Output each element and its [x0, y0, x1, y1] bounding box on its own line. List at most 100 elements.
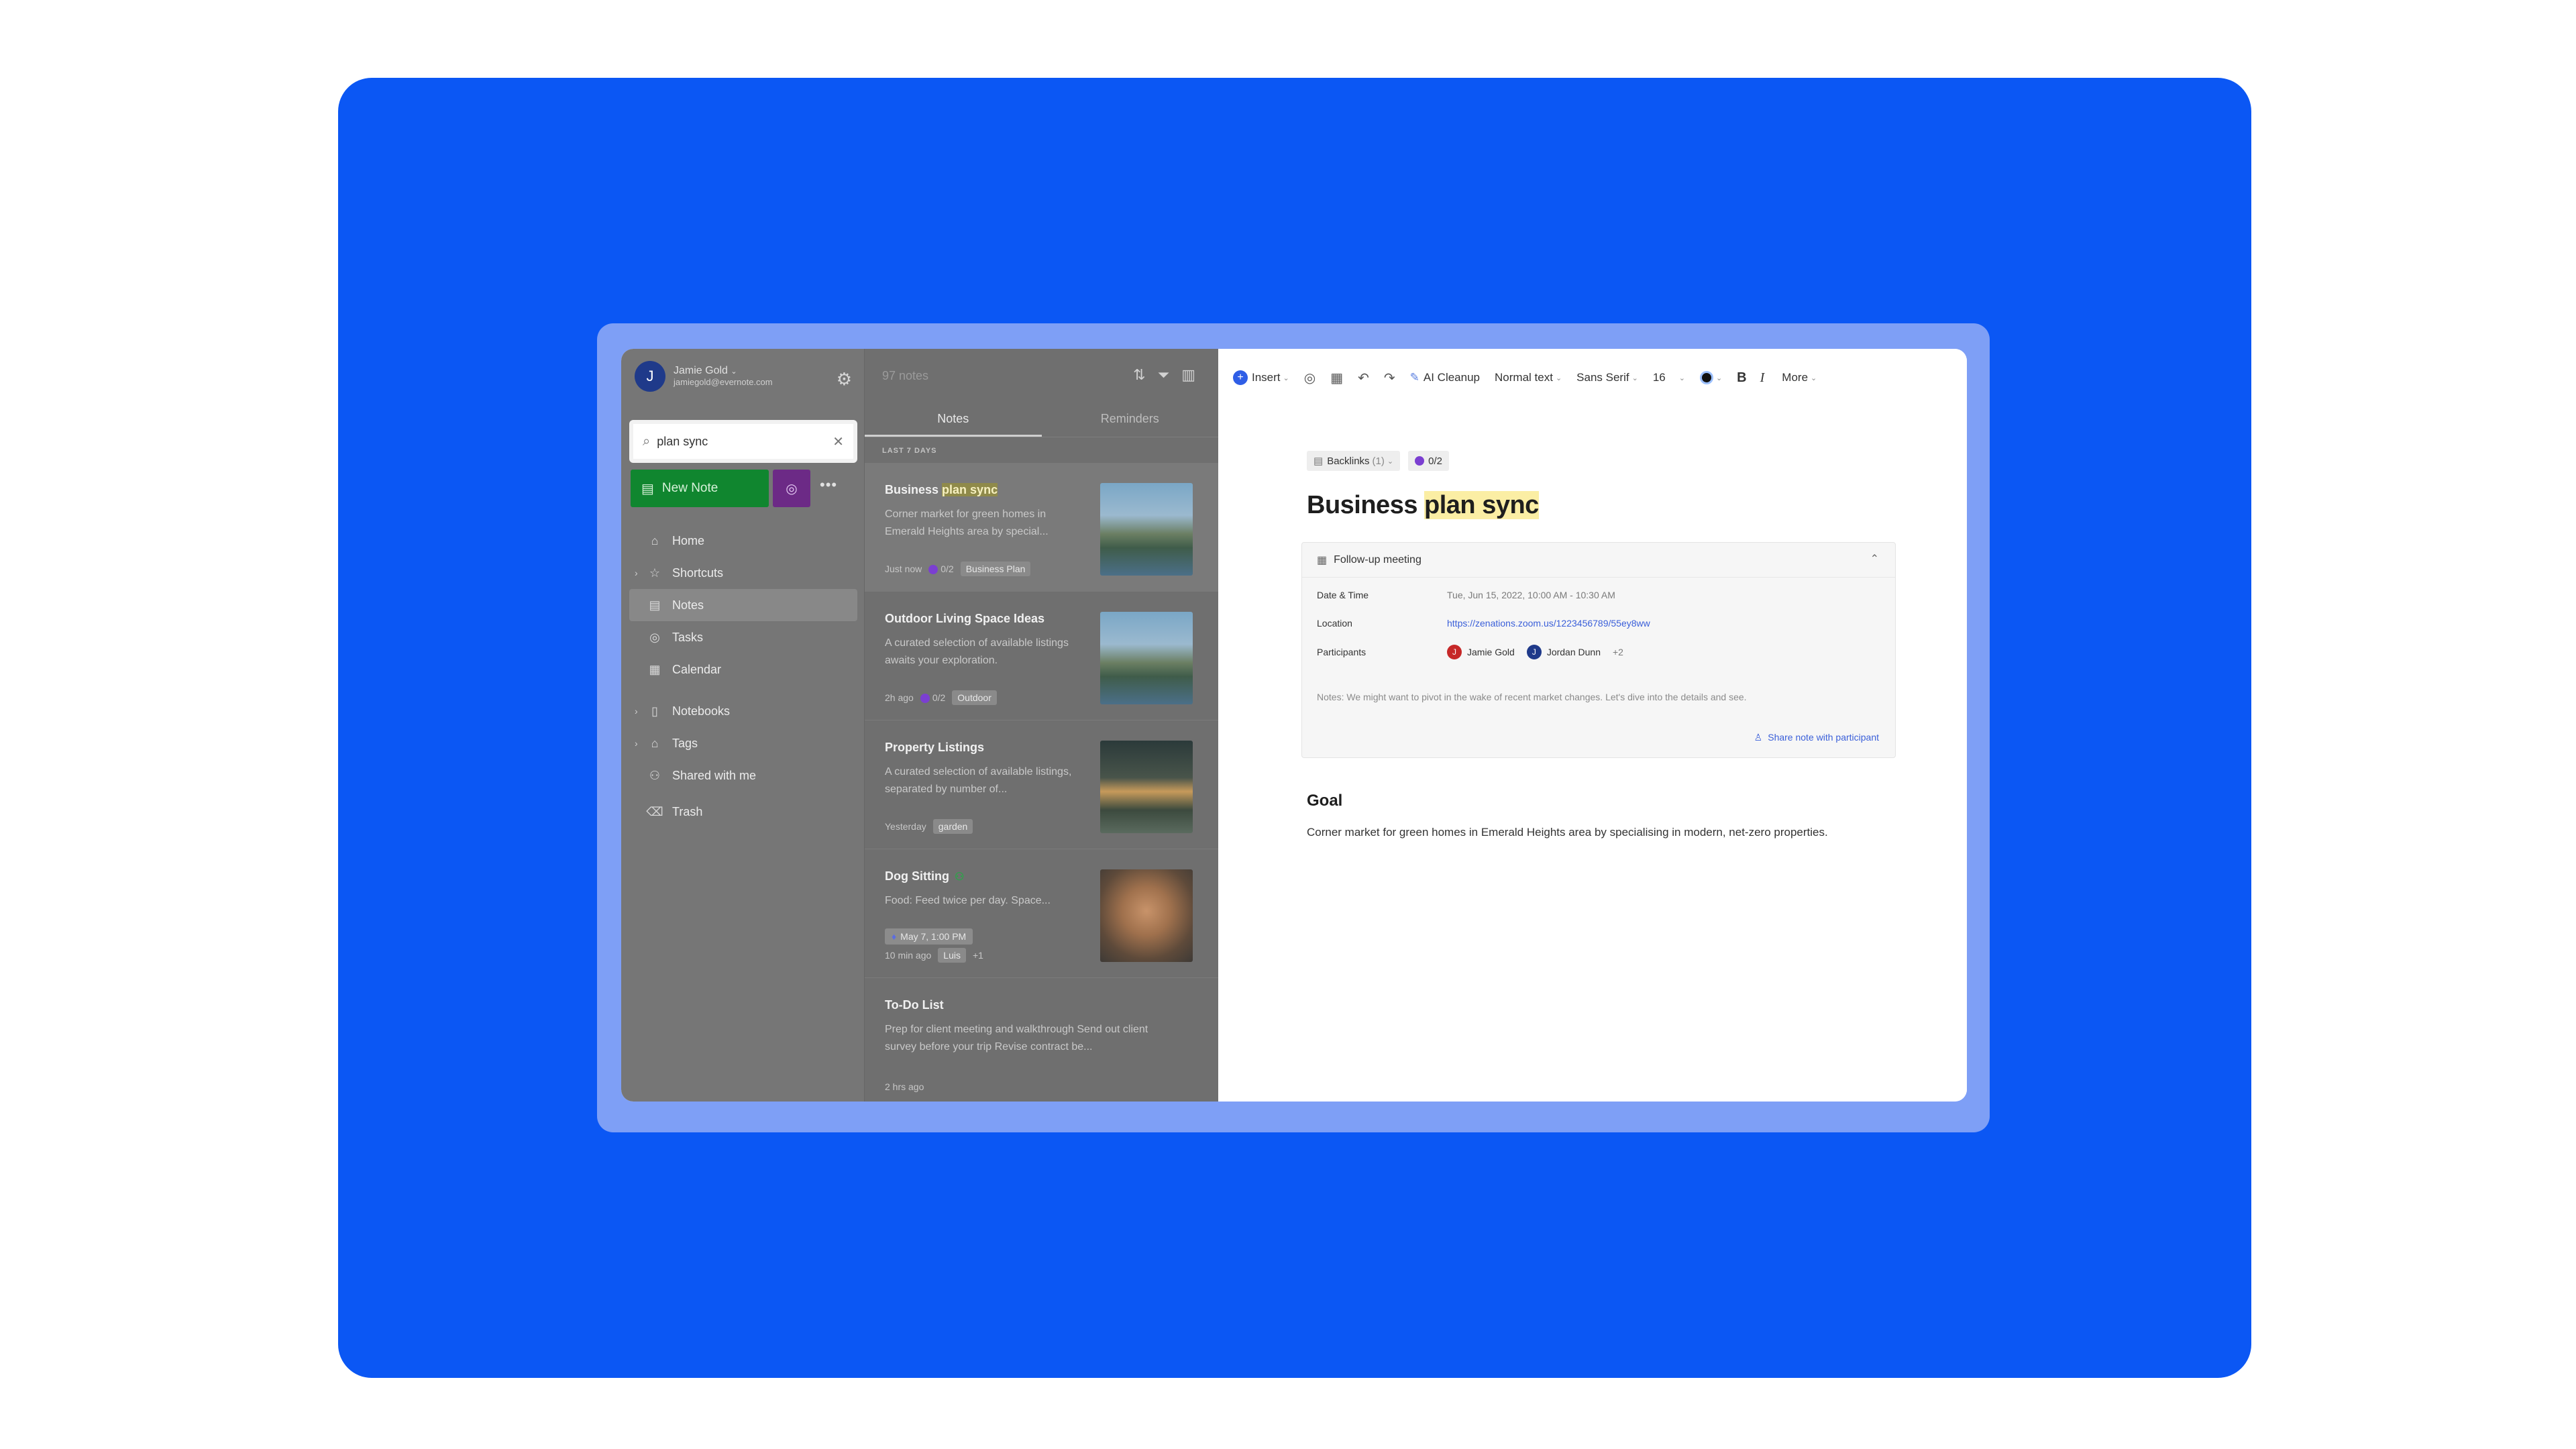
people-icon: ⚇ [649, 768, 661, 782]
note-card[interactable]: To-Do List Prep for client meeting and w… [865, 978, 1218, 1102]
account-switcher[interactable]: J Jamie Gold ⌄ jamiegold@evernote.com [635, 361, 773, 392]
checkbox-icon[interactable]: ◎ [1304, 370, 1316, 386]
meeting-notes: Notes: We might want to pivot in the wak… [1317, 692, 1747, 702]
sidebar-item-label: Notebooks [672, 704, 731, 718]
italic-button[interactable]: I [1760, 370, 1765, 386]
note-card-time: 2 hrs ago [885, 1081, 924, 1092]
participant[interactable]: J Jordan Dunn [1526, 645, 1601, 659]
note-card-title: Dog Sitting ⚇ [885, 869, 965, 883]
task-icon [920, 694, 930, 704]
reminder-badge[interactable]: ♦ May 7, 1:00 PM [885, 928, 973, 945]
note-card-title: Business plan sync [885, 483, 998, 496]
tag-pill[interactable]: garden [932, 819, 973, 834]
backlinks-chip[interactable]: ▤ Backlinks (1) ⌄ [1307, 451, 1401, 471]
note-thumbnail [1100, 741, 1193, 833]
text-style-dropdown[interactable]: Normal text ⌄ [1495, 371, 1562, 384]
task-icon [928, 565, 938, 575]
sidebar-item-shortcuts[interactable]: › ☆ Shortcuts [629, 557, 857, 589]
note-card[interactable]: Outdoor Living Space Ideas A curated sel… [865, 592, 1218, 720]
tag-pill[interactable]: Outdoor [952, 690, 997, 705]
chevron-right-icon[interactable]: › [635, 706, 638, 716]
task-progress-chip[interactable]: 0/2 [1408, 451, 1449, 471]
calendar-icon[interactable]: ▦ [1330, 370, 1343, 386]
sidebar-item-trash[interactable]: ⌫ Trash [629, 796, 857, 828]
chevron-right-icon[interactable]: › [635, 738, 638, 749]
sidebar-item-notebooks[interactable]: › ▯ Notebooks [629, 695, 857, 727]
view-options-icon[interactable]: ▥ [1181, 366, 1195, 384]
note-card[interactable]: Dog Sitting ⚇ Food: Feed twice per day. S… [865, 849, 1218, 978]
color-swatch-icon [1699, 371, 1713, 384]
note-card[interactable]: Property Listings A curated selection of… [865, 720, 1218, 849]
meeting-card: ▦ Follow-up meeting ⌃ Date & Time Tue, J… [1301, 542, 1896, 758]
sidebar-item-home[interactable]: ⌂ Home [629, 525, 857, 557]
date-value: Tue, Jun 15, 2022, 10:00 AM - 10:30 AM [1447, 590, 1615, 600]
bold-button[interactable]: B [1737, 370, 1746, 386]
note-editor: + Insert ⌄ ◎ ▦ ↶ ↷ ✎ AI Cleanup Normal text… [1218, 349, 1967, 1102]
date-label: Date & Time [1317, 590, 1369, 600]
goal-text[interactable]: Corner market for green homes in Emerald… [1307, 822, 1897, 843]
text-color-picker[interactable]: ⌄ [1699, 371, 1722, 384]
tag-pill[interactable]: Luis [938, 948, 966, 963]
sidebar-item-calendar[interactable]: ▦ Calendar [629, 653, 857, 686]
meeting-title: Follow-up meeting [1334, 553, 1421, 566]
notebook-icon: ▯ [651, 704, 658, 718]
sidebar-item-tags[interactable]: › ⌂ Tags [629, 727, 857, 759]
notes-icon: ▤ [649, 598, 661, 612]
more-actions-button[interactable]: ••• [820, 476, 837, 494]
note-card-snippet: Prep for client meeting and walkthrough … [885, 1024, 1148, 1053]
font-dropdown[interactable]: Sans Serif ⌄ [1576, 371, 1638, 384]
location-link[interactable]: https://zenations.zoom.us/1223456789/55e… [1447, 618, 1650, 629]
task-count: 0/2 [928, 564, 954, 575]
sidebar-item-label: Notes [672, 598, 704, 612]
more-dropdown[interactable]: More ⌄ [1782, 371, 1817, 384]
note-card-title: Outdoor Living Space Ideas [885, 612, 1045, 625]
undo-icon[interactable]: ↶ [1358, 370, 1369, 386]
scan-button[interactable]: ◎ [773, 470, 810, 507]
tab-notes[interactable]: Notes [865, 400, 1042, 437]
tag-overflow: +1 [972, 950, 983, 961]
sidebar-item-label: Tags [672, 736, 698, 750]
sort-icon[interactable]: ⇅ [1133, 366, 1145, 384]
close-icon[interactable]: ✕ [833, 433, 844, 450]
share-note-button[interactable]: ♙ Share note with participant [1754, 732, 1879, 743]
new-note-button[interactable]: ▤ New Note [631, 470, 769, 507]
trash-icon: ⌫ [646, 804, 663, 818]
sidebar-item-label: Shortcuts [672, 566, 724, 580]
tag-pill[interactable]: Business Plan [960, 561, 1031, 576]
sidebar-item-tasks[interactable]: ◎ Tasks [629, 621, 857, 653]
chevron-right-icon[interactable]: › [635, 568, 638, 578]
avatar: J [1447, 645, 1462, 659]
note-thumbnail [1100, 869, 1193, 962]
meeting-header[interactable]: ▦ Follow-up meeting ⌃ [1302, 543, 1895, 578]
sidebar-item-label: Shared with me [672, 768, 757, 782]
calendar-icon: ▦ [649, 662, 661, 676]
note-card-snippet: A curated selection of available listing… [885, 766, 1072, 795]
sidebar-item-notes[interactable]: ▤ Notes [629, 589, 857, 621]
account-name: Jamie Gold ⌄ [674, 365, 737, 377]
participants-more[interactable]: +2 [1613, 647, 1623, 657]
tab-reminders[interactable]: Reminders [1042, 400, 1219, 437]
account-email: jamiegold@evernote.com [674, 376, 773, 387]
shared-icon: ⚇ [954, 871, 965, 883]
home-icon: ⌂ [651, 533, 659, 547]
ai-cleanup-button[interactable]: ✎ AI Cleanup [1410, 371, 1480, 384]
note-thumbnail [1100, 483, 1193, 576]
note-card-snippet: Corner market for green homes in Emerald… [885, 508, 1049, 537]
font-size-dropdown[interactable]: 16 ⌄ [1653, 371, 1685, 384]
note-card[interactable]: Business plan sync Corner market for gre… [865, 463, 1218, 592]
search-query[interactable]: plan sync [657, 435, 833, 449]
participant[interactable]: J Jamie Gold [1447, 645, 1515, 659]
sidebar-item-shared[interactable]: ⚇ Shared with me [629, 759, 857, 792]
note-thumbnail [1100, 612, 1193, 704]
location-label: Location [1317, 618, 1352, 629]
insert-button[interactable]: + Insert ⌄ [1233, 370, 1289, 385]
reminder-icon: ♦ [892, 931, 897, 942]
evernote-window: J Jamie Gold ⌄ jamiegold@evernote.com ⚙ … [621, 349, 1967, 1102]
search-input[interactable]: ⌕ plan sync ✕ [629, 420, 857, 463]
filter-icon[interactable]: ⏷ [1158, 366, 1170, 384]
chevron-up-icon[interactable]: ⌃ [1870, 552, 1879, 566]
note-title[interactable]: Business plan sync [1307, 491, 1539, 520]
note-card-time: 2h ago [885, 692, 914, 703]
redo-icon[interactable]: ↷ [1384, 370, 1395, 386]
gear-icon[interactable]: ⚙ [837, 369, 852, 390]
